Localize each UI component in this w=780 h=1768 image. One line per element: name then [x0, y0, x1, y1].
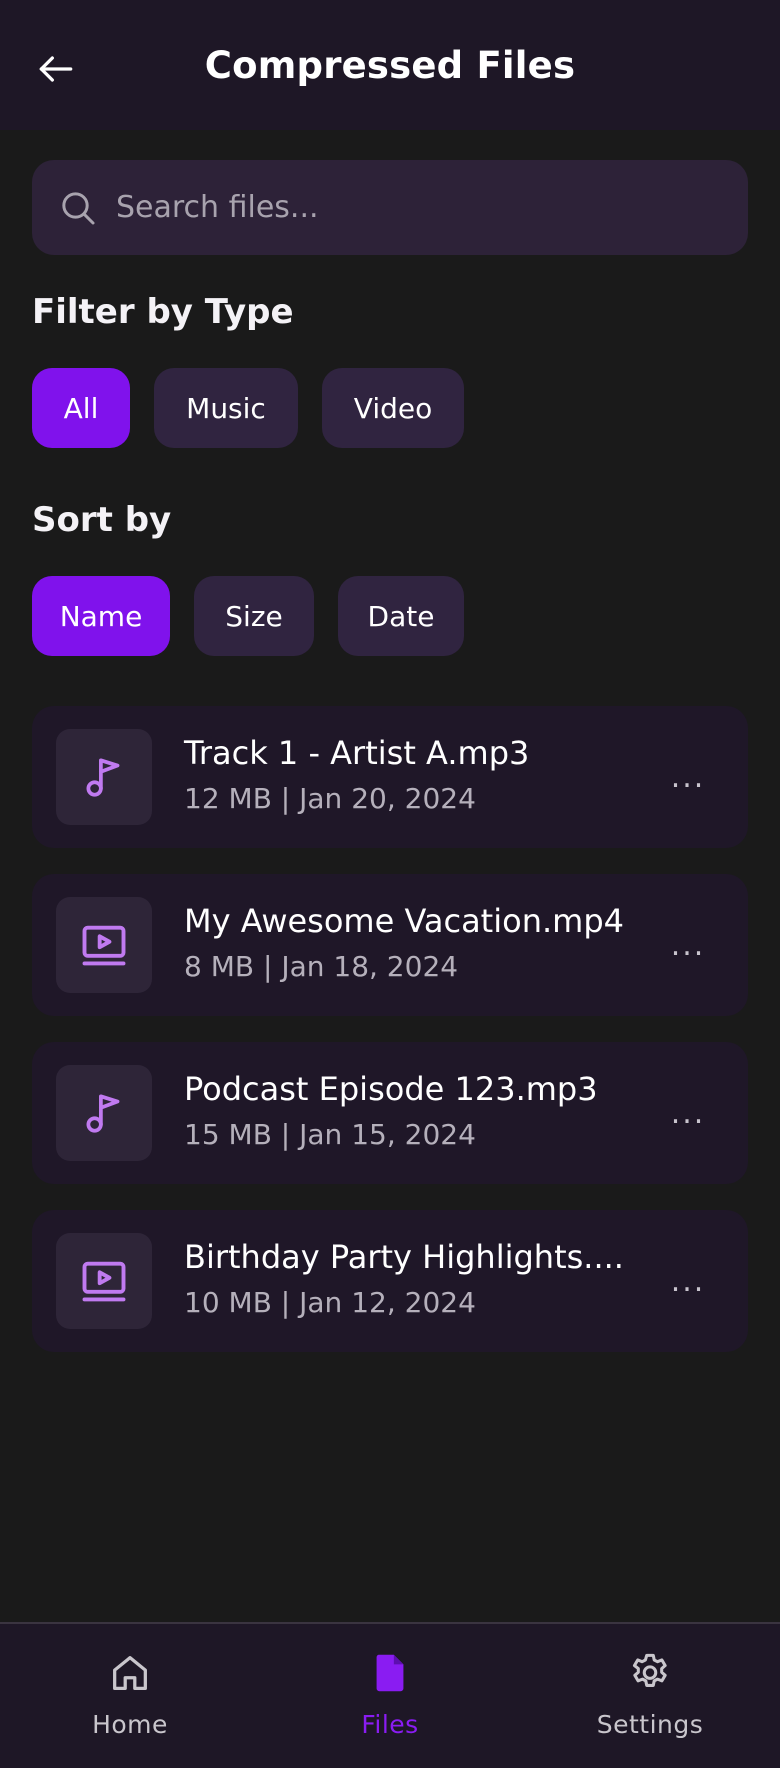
home-icon	[113, 1656, 147, 1690]
file-item[interactable]: Podcast Episode 123.mp3 15 MB | Jan 15, …	[32, 1042, 748, 1184]
filter-chips: All Music Video	[32, 368, 464, 448]
file-type-icon-box	[56, 1065, 152, 1161]
filter-chip-all[interactable]: All	[32, 368, 130, 448]
nav-label-home: Home	[92, 1710, 168, 1739]
filter-section-title: Filter by Type	[32, 292, 294, 332]
more-options-icon: ...	[670, 759, 706, 795]
sort-chip-date[interactable]: Date	[338, 576, 464, 656]
sort-chips: Name Size Date	[32, 576, 464, 656]
file-icon	[376, 1654, 404, 1692]
app-bar: Compressed Files	[0, 0, 780, 130]
sort-chip-size[interactable]: Size	[194, 576, 314, 656]
more-options-button[interactable]: ...	[658, 1256, 718, 1306]
file-name: Birthday Party Highlights....	[184, 1238, 624, 1276]
more-options-button[interactable]: ...	[658, 1088, 718, 1138]
sort-chip-name[interactable]: Name	[32, 576, 170, 656]
file-list: Track 1 - Artist A.mp3 12 MB | Jan 20, 2…	[32, 706, 748, 1378]
file-text: My Awesome Vacation.mp4 8 MB | Jan 18, 2…	[184, 902, 624, 983]
video-icon	[82, 925, 126, 966]
gear-icon	[632, 1653, 667, 1687]
music-note-icon	[86, 1094, 120, 1133]
nav-item-settings[interactable]: Settings	[520, 1624, 780, 1768]
nav-item-files[interactable]: Files	[260, 1624, 520, 1768]
file-type-icon-box	[56, 729, 152, 825]
nav-item-home[interactable]: Home	[0, 1624, 260, 1768]
nav-label-settings: Settings	[596, 1710, 704, 1739]
file-text: Track 1 - Artist A.mp3 12 MB | Jan 20, 2…	[184, 734, 529, 815]
file-meta: 10 MB | Jan 12, 2024	[184, 1286, 476, 1319]
music-note-icon	[86, 758, 120, 797]
more-options-button[interactable]: ...	[658, 920, 718, 970]
filter-chip-music[interactable]: Music	[154, 368, 298, 448]
more-options-icon: ...	[670, 1263, 706, 1299]
video-icon	[82, 1261, 126, 1302]
file-meta: 12 MB | Jan 20, 2024	[184, 782, 476, 815]
file-name: Track 1 - Artist A.mp3	[184, 734, 530, 772]
search-icon	[62, 191, 95, 224]
more-options-icon: ...	[670, 1095, 706, 1131]
search-input[interactable]	[116, 190, 716, 225]
file-text: Birthday Party Highlights.... 10 MB | Ja…	[184, 1238, 624, 1319]
filter-chip-video[interactable]: Video	[322, 368, 464, 448]
search-bar[interactable]	[32, 160, 748, 255]
file-type-icon-box	[56, 897, 152, 993]
more-options-button[interactable]: ...	[658, 752, 718, 802]
file-text: Podcast Episode 123.mp3 15 MB | Jan 15, …	[184, 1070, 598, 1151]
file-name: My Awesome Vacation.mp4	[184, 902, 624, 940]
more-options-icon: ...	[670, 927, 706, 963]
sort-section-title: Sort by	[32, 500, 172, 540]
bottom-nav: Home Files Settings	[0, 1622, 780, 1768]
file-type-icon-box	[56, 1233, 152, 1329]
file-meta: 15 MB | Jan 15, 2024	[184, 1118, 476, 1151]
file-name: Podcast Episode 123.mp3	[184, 1070, 598, 1108]
back-button[interactable]	[24, 37, 88, 101]
file-item[interactable]: My Awesome Vacation.mp4 8 MB | Jan 18, 2…	[32, 874, 748, 1016]
file-meta: 8 MB | Jan 18, 2024	[184, 950, 459, 983]
arrow-left-icon	[39, 56, 73, 82]
page-title: Compressed Files	[204, 43, 576, 87]
file-item[interactable]: Track 1 - Artist A.mp3 12 MB | Jan 20, 2…	[32, 706, 748, 848]
nav-label-files: Files	[361, 1710, 419, 1739]
file-item[interactable]: Birthday Party Highlights.... 10 MB | Ja…	[32, 1210, 748, 1352]
